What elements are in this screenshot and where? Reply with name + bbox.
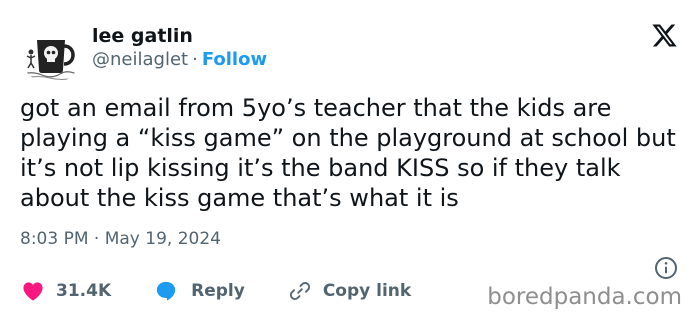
tweet-text: got an email from 5yo’s teacher that the… [20,94,676,212]
like-button[interactable]: 31.4K [22,280,111,302]
x-logo-icon[interactable] [651,22,678,49]
reply-button[interactable]: Reply [155,280,245,302]
author-name[interactable]: lee gatlin [92,24,193,48]
action-bar: 31.4K Reply Copy link [22,280,455,302]
copy-link-button[interactable]: Copy link [289,280,411,302]
copy-link-label: Copy link [322,281,412,301]
follow-button[interactable]: Follow [202,49,267,70]
author-handle-row: @neilaglet · Follow [92,49,267,71]
link-icon [289,282,310,300]
reply-label: Reply [191,281,245,301]
mug-avatar-icon [20,22,82,84]
info-icon[interactable] [654,256,678,280]
heart-icon [23,282,43,301]
separator-dot: · [192,49,198,70]
tweet-timestamp[interactable]: 8:03 PM · May 19, 2024 [20,228,221,250]
speech-bubble-icon [156,281,176,301]
watermark: boredpanda.com [487,284,682,310]
author-handle[interactable]: @neilaglet [92,49,188,70]
like-count: 31.4K [56,281,112,301]
avatar[interactable] [20,22,82,84]
